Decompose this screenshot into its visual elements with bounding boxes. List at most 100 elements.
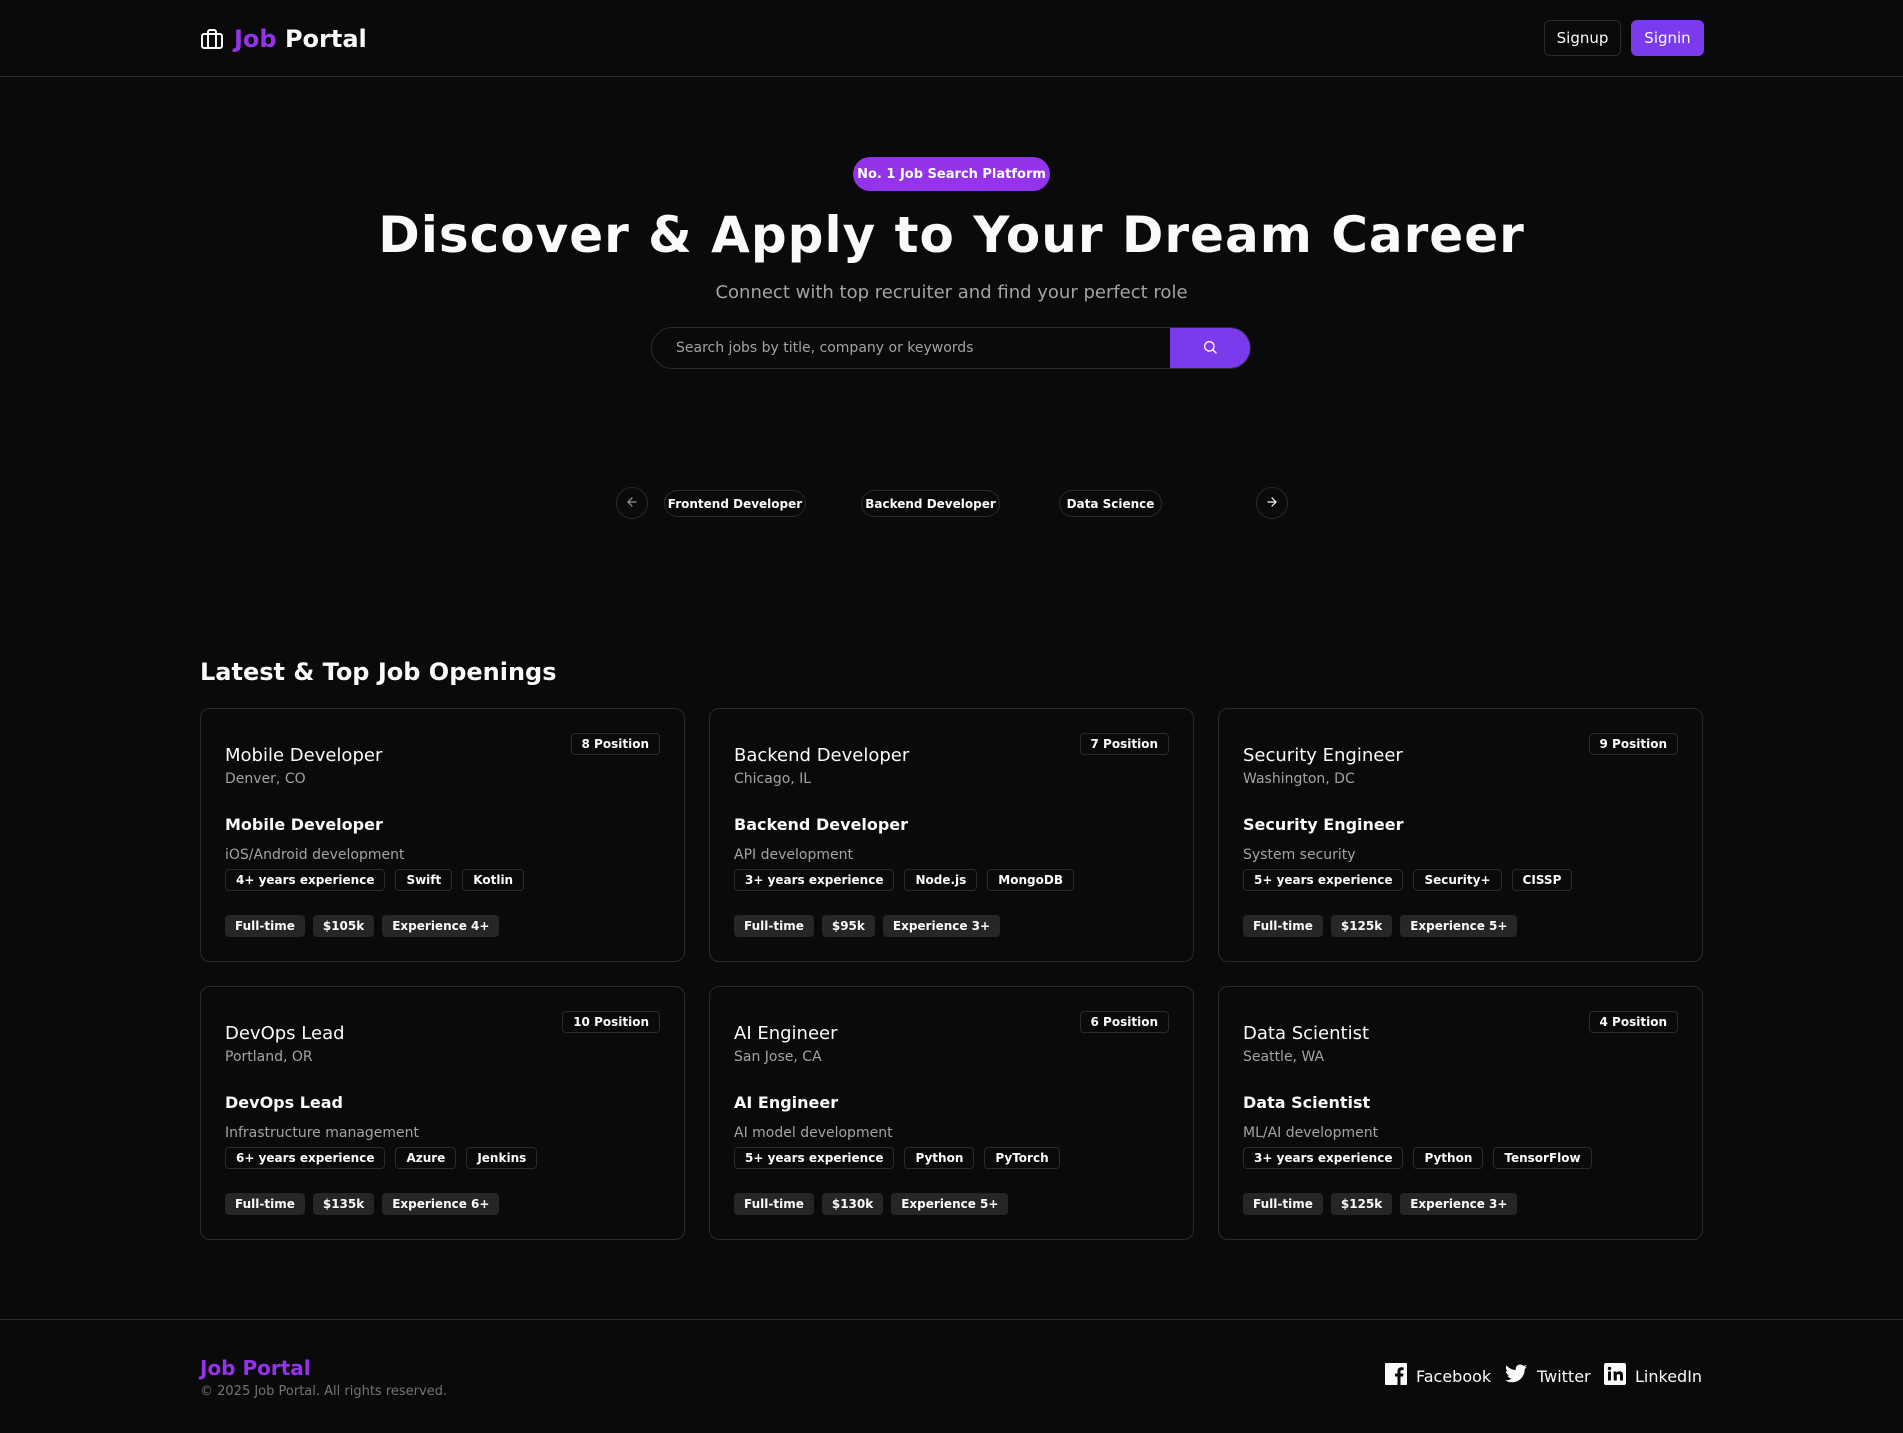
requirement-badge: TensorFlow (1493, 1147, 1592, 1169)
carousel-next-button[interactable] (1256, 487, 1288, 519)
job-tag: Experience 6+ (382, 1193, 500, 1215)
job-card[interactable]: Mobile Developer Denver, CO 8 Position Mobi… (200, 708, 685, 962)
job-tag: $125k (1330, 915, 1393, 937)
carousel-prev-button[interactable] (616, 487, 648, 519)
job-card[interactable]: Security Engineer Washington, DC 9 Positio… (1218, 708, 1703, 962)
positions-badge: 7 Position (1079, 733, 1169, 755)
section-title: Latest & Top Job Openings (200, 658, 557, 686)
footer-brand: Job Portal (200, 1356, 311, 1380)
facebook-icon (1384, 1362, 1408, 1390)
job-description: iOS/Android development (225, 847, 405, 863)
job-tags: Full-time $130k Experience 5+ (734, 1193, 1009, 1215)
job-card[interactable]: AI Engineer San Jose, CA 6 Position AI Engi… (709, 986, 1194, 1240)
job-location: Chicago, IL (734, 771, 812, 787)
search-bar (651, 327, 1251, 369)
positions-badge: 6 Position (1079, 1011, 1169, 1033)
logo-text: Portal (284, 25, 367, 53)
requirement-badge: Python (1413, 1147, 1484, 1169)
category-chip[interactable]: Data Science (1059, 490, 1162, 517)
hero-title: Discover & Apply to Your Dream Career (378, 206, 1525, 264)
job-tags: Full-time $105k Experience 4+ (225, 915, 500, 937)
job-tag: Experience 5+ (891, 1193, 1009, 1215)
signup-button[interactable]: Signup (1544, 20, 1621, 56)
requirement-badge: Azure (395, 1147, 457, 1169)
job-tag: Full-time (225, 915, 305, 937)
job-description: ML/AI development (1243, 1125, 1379, 1141)
job-tag: Full-time (225, 1193, 305, 1215)
platform-badge: No. 1 Job Search Platform (853, 157, 1050, 191)
requirement-badge: Security+ (1413, 869, 1502, 891)
job-location: Seattle, WA (1243, 1049, 1325, 1065)
search-button[interactable] (1170, 328, 1250, 368)
job-tag: $135k (312, 1193, 375, 1215)
requirement-badge: 5+ years experience (1243, 869, 1404, 891)
job-tag: Experience 4+ (382, 915, 500, 937)
requirement-badge: CISSP (1511, 869, 1573, 891)
requirements-list: 5+ years experience Python PyTorch (734, 1147, 1060, 1169)
job-location: San Jose, CA (734, 1049, 822, 1065)
requirement-badge: 6+ years experience (225, 1147, 386, 1169)
requirement-badge: 3+ years experience (1243, 1147, 1404, 1169)
requirement-badge: Jenkins (466, 1147, 538, 1169)
job-tag: $130k (821, 1193, 884, 1215)
job-location: Portland, OR (225, 1049, 313, 1065)
job-description: API development (734, 847, 853, 863)
logo[interactable]: Job Portal (200, 24, 367, 54)
requirement-badge: 3+ years experience (734, 869, 895, 891)
job-title: Security Engineer (1243, 745, 1403, 766)
facebook-link[interactable]: Facebook (1384, 1362, 1491, 1390)
job-description: Infrastructure management (225, 1125, 420, 1141)
twitter-icon (1503, 1362, 1529, 1390)
category-chip[interactable]: Backend Developer (861, 490, 1000, 517)
job-tags: Full-time $125k Experience 3+ (1243, 1193, 1518, 1215)
twitter-label: Twitter (1537, 1366, 1591, 1386)
positions-badge: 4 Position (1588, 1011, 1678, 1033)
job-tag: Experience 3+ (882, 915, 1001, 937)
job-description: System security (1243, 847, 1356, 863)
requirement-badge: Kotlin (462, 869, 525, 891)
job-title: DevOps Lead (225, 1023, 345, 1044)
job-location: Denver, CO (225, 771, 306, 787)
requirement-badge: PyTorch (984, 1147, 1060, 1169)
job-description: AI model development (734, 1125, 893, 1141)
linkedin-icon (1603, 1362, 1627, 1390)
job-card[interactable]: Backend Developer Chicago, IL 7 Position Ba… (709, 708, 1194, 962)
site-footer: Job Portal © 2025 Job Portal. All rights… (0, 1319, 1903, 1433)
arrow-left-icon (625, 495, 639, 512)
facebook-label: Facebook (1416, 1366, 1492, 1386)
job-role: Security Engineer (1243, 815, 1404, 834)
positions-badge: 10 Position (562, 1011, 660, 1033)
positions-badge: 8 Position (570, 733, 660, 755)
signin-button[interactable]: Signin (1631, 20, 1704, 56)
job-tags: Full-time $95k Experience 3+ (734, 915, 1001, 937)
job-card[interactable]: DevOps Lead Portland, OR 10 Position DevOps… (200, 986, 685, 1240)
job-location: Washington, DC (1243, 771, 1355, 787)
job-tag: Full-time (734, 915, 814, 937)
requirement-badge: 5+ years experience (734, 1147, 895, 1169)
footer-copyright: © 2025 Job Portal. All rights reserved. (200, 1384, 448, 1399)
requirements-list: 5+ years experience Security+ CISSP (1243, 869, 1573, 891)
job-role: Mobile Developer (225, 815, 383, 834)
job-role: Data Scientist (1243, 1093, 1371, 1112)
job-tag: Full-time (734, 1193, 814, 1215)
job-title: Data Scientist (1243, 1023, 1369, 1044)
arrow-right-icon (1265, 495, 1279, 512)
job-role: Backend Developer (734, 815, 909, 834)
twitter-link[interactable]: Twitter (1503, 1362, 1591, 1390)
search-icon (1202, 339, 1218, 358)
search-input[interactable] (652, 328, 1170, 368)
category-chip[interactable]: Frontend Developer (664, 490, 806, 517)
logo-text-accent: Job (234, 25, 277, 53)
job-role: DevOps Lead (225, 1093, 344, 1112)
job-role: AI Engineer (734, 1093, 839, 1112)
job-tags: Full-time $135k Experience 6+ (225, 1193, 500, 1215)
job-tag: $95k (821, 915, 875, 937)
job-card[interactable]: Data Scientist Seattle, WA 4 Position Data … (1218, 986, 1703, 1240)
linkedin-link[interactable]: LinkedIn (1603, 1362, 1702, 1390)
requirement-badge: 4+ years experience (225, 869, 386, 891)
job-tag: Full-time (1243, 1193, 1323, 1215)
requirement-badge: MongoDB (987, 869, 1074, 891)
job-tag: $125k (1330, 1193, 1393, 1215)
job-tag: Experience 5+ (1400, 915, 1518, 937)
job-tag: Experience 3+ (1400, 1193, 1518, 1215)
